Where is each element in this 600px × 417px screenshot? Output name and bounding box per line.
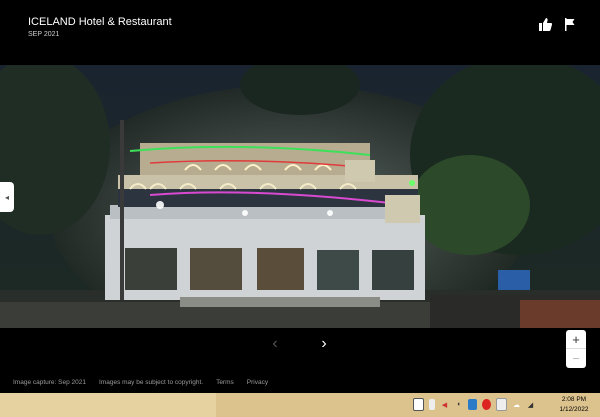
clock-date: 1/12/2022 <box>559 406 589 413</box>
street-view-photo[interactable] <box>0 65 600 328</box>
terms-link[interactable]: Terms <box>216 379 234 386</box>
privacy-link[interactable]: Privacy <box>247 379 268 386</box>
next-photo-button[interactable]: › <box>315 335 333 353</box>
zoom-out-button[interactable]: − <box>566 348 586 367</box>
speaker-icon[interactable]: ◖ <box>454 399 463 410</box>
chevron-left-icon: ‹ <box>272 335 278 352</box>
taskbar-clock[interactable]: 2:08 PM 1/12/2022 <box>552 395 596 415</box>
system-tray: ◀ ◖ ☁ ◢ <box>413 398 535 411</box>
capture-date: SEP 2021 <box>28 31 60 38</box>
chevron-right-icon: › <box>321 335 327 352</box>
footer: Image capture: Sep 2021 Images may be su… <box>13 379 281 386</box>
battery-icon[interactable] <box>429 399 435 410</box>
street-view-viewer[interactable]: ICELAND Hotel & Restaurant SEP 2021 ◂ ‹ … <box>0 0 600 393</box>
place-title: ICELAND Hotel & Restaurant <box>28 16 172 28</box>
copyright-notice: Images may be subject to copyright. <box>99 379 204 386</box>
report-flag-icon[interactable] <box>561 15 579 33</box>
chevron-left-icon: ◂ <box>4 192 9 202</box>
clock-time: 2:08 PM <box>561 396 587 403</box>
capture-info: Image capture: Sep 2021 <box>13 379 86 386</box>
wifi-icon[interactable]: ◢ <box>526 399 535 410</box>
collapse-panel-button[interactable]: ◂ <box>0 182 14 212</box>
zoom-in-button[interactable]: + <box>566 330 586 348</box>
network-icon[interactable] <box>413 398 424 411</box>
thumbs-up-icon[interactable] <box>536 15 554 33</box>
taskbar: ◀ ◖ ☁ ◢ <box>0 393 600 417</box>
app-icon[interactable] <box>468 399 477 410</box>
zoom-control: + − <box>566 330 586 368</box>
taskbar-left-area <box>0 393 216 417</box>
security-icon[interactable] <box>496 398 507 411</box>
cloud-icon[interactable]: ☁ <box>512 399 521 410</box>
previous-photo-button[interactable]: ‹ <box>266 335 284 353</box>
shield-icon[interactable] <box>482 399 491 410</box>
volume-icon[interactable]: ◀ <box>440 399 449 410</box>
